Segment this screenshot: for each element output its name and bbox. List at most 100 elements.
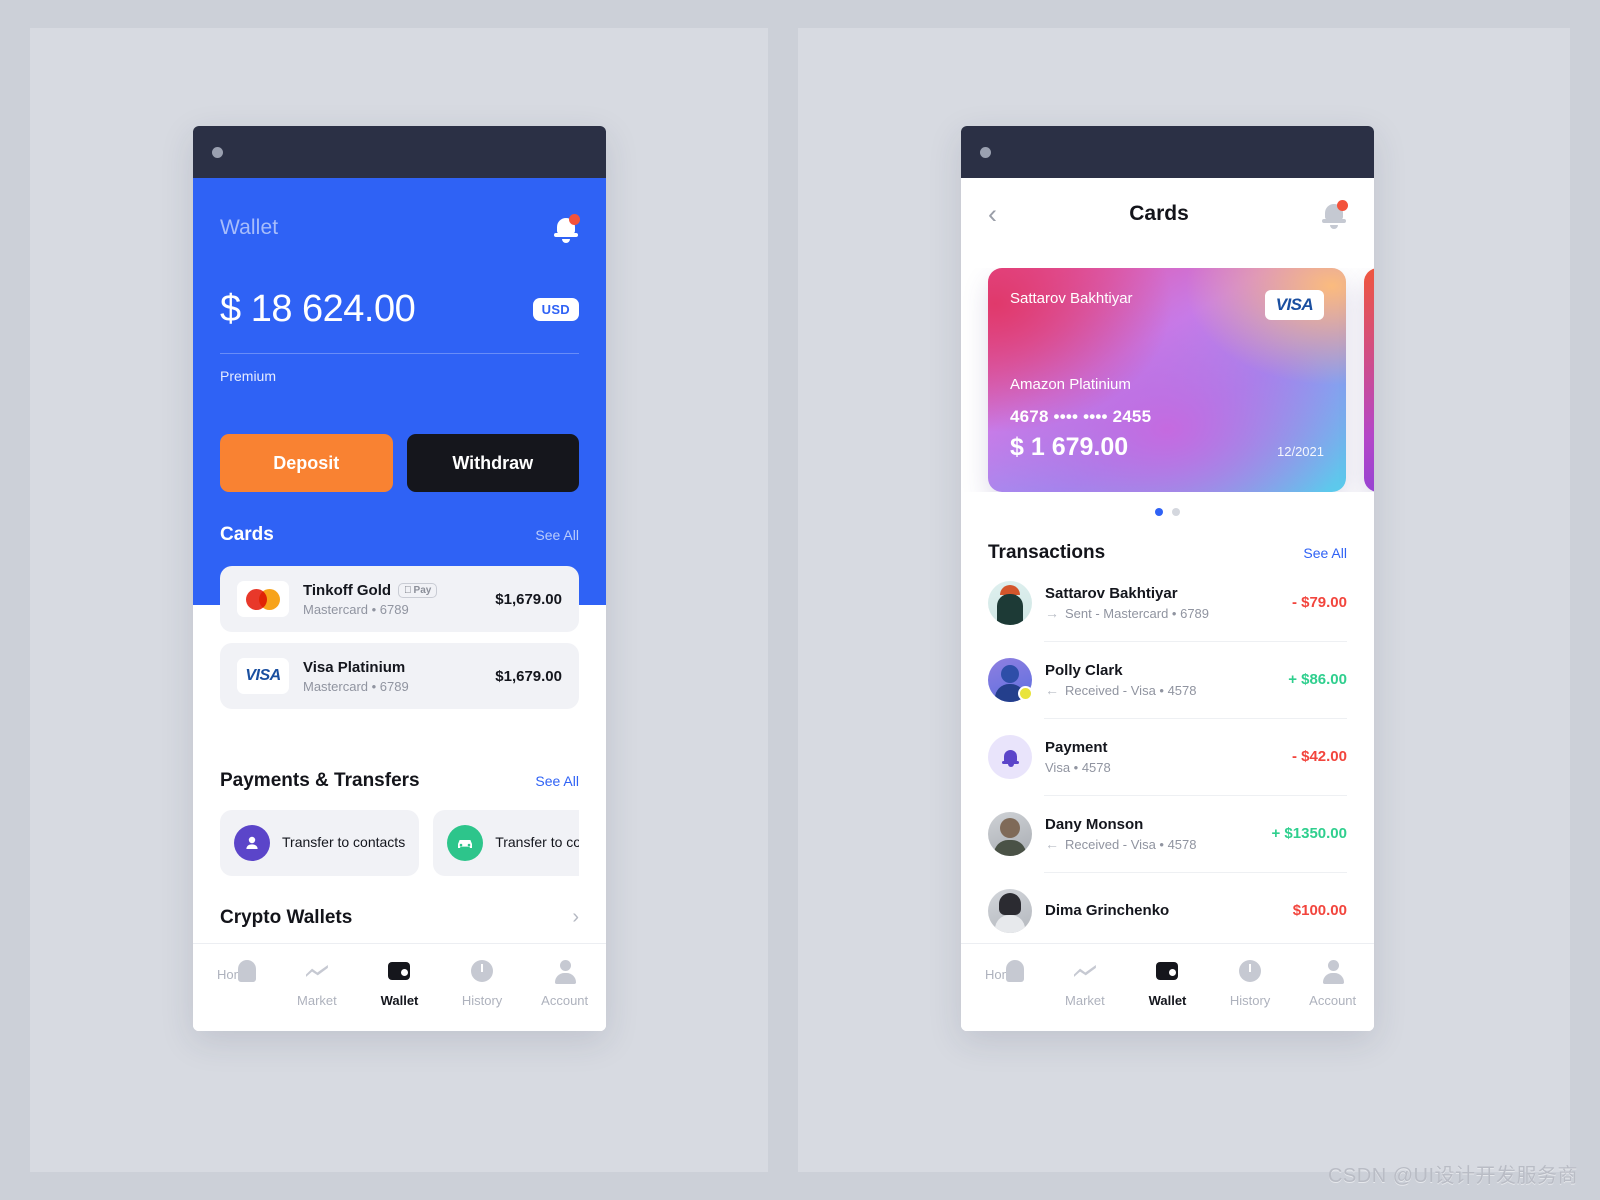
payment-tile[interactable]: Transfer to contacts (220, 810, 420, 876)
apple-logo-icon:  (404, 585, 412, 596)
card-carousel[interactable]: Sattarov Bakhtiyar VISA Amazon Platinium… (961, 268, 1374, 492)
tab-label: Market (297, 993, 337, 1008)
transaction-info: Dany Monson ← Received - Visa • 4578 (1045, 816, 1272, 852)
payment-tile-label: Transfer to contacts (495, 834, 579, 851)
tab-account[interactable]: Account (523, 958, 606, 1008)
transaction-detail: Received - Visa • 4578 (1065, 836, 1197, 852)
arrow-left-icon: ← (1045, 836, 1059, 852)
balance-row: $ 18 624.00 USD (220, 288, 579, 331)
tab-home[interactable]: Home (193, 958, 276, 982)
notification-badge (569, 214, 580, 225)
card-subtitle: Mastercard • 6789 (303, 601, 409, 617)
transaction-name: Payment (1045, 738, 1108, 756)
market-icon (304, 958, 330, 984)
tab-label: Wallet (380, 993, 419, 1008)
card-amount: $1,679.00 (495, 590, 562, 608)
card-top-row: Sattarov Bakhtiyar VISA (1010, 290, 1324, 320)
transactions-title: Transactions (988, 542, 1106, 563)
credit-card[interactable]: Sattarov Bakhtiyar VISA Amazon Platinium… (988, 268, 1346, 492)
visa-icon: VISA (1264, 290, 1324, 320)
cards-header: ‹ Cards (961, 178, 1374, 250)
deposit-button[interactable]: Deposit (220, 434, 393, 492)
chevron-left-icon[interactable]: ‹ (988, 200, 997, 228)
account-icon (1320, 958, 1346, 984)
chevron-right-icon[interactable]: › (572, 906, 579, 929)
avatar (988, 811, 1032, 856)
transaction-info: Polly Clark ← Received - Visa • 4578 (1045, 662, 1288, 698)
transaction-name: Dany Monson (1045, 815, 1144, 833)
apple-pay-badge:  Pay (398, 582, 438, 598)
page-title: Cards (1129, 202, 1189, 225)
card-balance: $ 1 679.00 (1010, 433, 1129, 461)
screenshot-stage: Wallet $ 18 624.00 USD Premium Deposit W… (0, 0, 1600, 1200)
transaction-row[interactable]: Dany Monson ← Received - Visa • 4578 + $… (988, 795, 1347, 872)
transactions-list: Sattarov Bakhtiyar → Sent - Mastercard •… (961, 564, 1374, 949)
cards-screen: ‹ Cards Sattarov Bakhtiyar VISA Amazon P… (961, 178, 1374, 1031)
tab-account[interactable]: Account (1291, 958, 1374, 1008)
bell-icon[interactable] (553, 214, 580, 243)
payments-see-all-link[interactable]: See All (535, 773, 579, 789)
carousel-pagination[interactable] (961, 508, 1374, 516)
avatar (988, 580, 1032, 625)
tab-market[interactable]: Market (1044, 958, 1127, 1008)
card-list-item[interactable]: VISA Visa Platinium Mastercard • 6789 $1… (220, 643, 579, 709)
card-amount: $1,679.00 (495, 667, 562, 685)
tab-wallet[interactable]: Wallet (358, 958, 441, 1008)
status-bar (193, 126, 606, 178)
currency-badge[interactable]: USD (532, 298, 579, 321)
wallet-hero: Wallet $ 18 624.00 USD Premium Deposit W… (193, 178, 606, 605)
avatar-wrap (988, 734, 1032, 779)
arrow-left-icon: ← (1045, 682, 1059, 698)
page-title: Wallet (220, 216, 279, 239)
wallet-screen: Wallet $ 18 624.00 USD Premium Deposit W… (193, 178, 606, 1031)
tab-history[interactable]: History (1209, 958, 1292, 1008)
pagination-dot[interactable] (1172, 508, 1180, 516)
tab-wallet[interactable]: Wallet (1126, 958, 1209, 1008)
transaction-subtitle: Visa • 4578 (1045, 760, 1292, 775)
crypto-section-header: Crypto Wallets › (220, 906, 579, 929)
transaction-row[interactable]: Dima Grinchenko $100.00 (988, 872, 1347, 949)
tab-market[interactable]: Market (276, 958, 359, 1008)
card-name: Tinkoff Gold (303, 581, 392, 599)
tab-home[interactable]: Home (961, 958, 1044, 982)
plan-label: Premium (220, 368, 277, 384)
wallet-phone-mockup: Wallet $ 18 624.00 USD Premium Deposit W… (193, 126, 606, 1031)
transaction-amount: - $79.00 (1291, 594, 1347, 611)
tab-label: Wallet (1148, 993, 1187, 1008)
transaction-amount: - $42.00 (1291, 748, 1347, 765)
transaction-detail: Received - Visa • 4578 (1065, 682, 1197, 698)
bell-clapper (562, 239, 570, 243)
transaction-subtitle: ← Received - Visa • 4578 (1045, 683, 1288, 698)
card-bottom-row: $ 1 679.00 12/2021 (1010, 433, 1324, 462)
transaction-row[interactable]: Payment Visa • 4578 - $42.00 (988, 718, 1347, 795)
card-name: Visa Platinium (303, 658, 406, 676)
bell-icon[interactable] (1321, 200, 1348, 229)
avatar (988, 888, 1032, 933)
withdraw-button[interactable]: Withdraw (406, 434, 579, 492)
transaction-row[interactable]: Sattarov Bakhtiyar → Sent - Mastercard •… (988, 564, 1347, 641)
status-badge (1018, 685, 1033, 701)
card-info: Tinkoff Gold  Pay Mastercard • 6789 (303, 582, 495, 617)
tab-label: History (1229, 993, 1271, 1008)
status-camera-dot (980, 146, 991, 158)
cards-see-all-link[interactable]: See All (535, 527, 579, 543)
payment-tile[interactable]: Transfer to contacts (433, 810, 579, 876)
mastercard-icon (237, 581, 289, 617)
avatar-wrap (988, 888, 1032, 933)
card-plan-name: Amazon Platinium (1010, 376, 1131, 393)
transaction-row[interactable]: Polly Clark ← Received - Visa • 4578 + $… (988, 641, 1347, 718)
cards-list: Tinkoff Gold  Pay Mastercard • 6789 $1,… (220, 566, 579, 720)
credit-card-next[interactable] (1364, 268, 1374, 492)
transaction-info: Payment Visa • 4578 (1045, 739, 1292, 775)
tab-label: Account (1309, 993, 1357, 1008)
tab-history[interactable]: History (441, 958, 524, 1008)
transactions-see-all-link[interactable]: See All (1303, 545, 1347, 561)
transaction-subtitle: → Sent - Mastercard • 6789 (1045, 606, 1292, 621)
card-list-item[interactable]: Tinkoff Gold  Pay Mastercard • 6789 $1,… (220, 566, 579, 632)
transaction-detail: Visa • 4578 (1045, 759, 1111, 775)
pagination-dot-active[interactable] (1155, 508, 1163, 516)
card-expiry: 12/2021 (1277, 444, 1324, 459)
payment-tiles: Transfer to contacts Transfer to contact… (220, 810, 579, 876)
transaction-name: Sattarov Bakhtiyar (1045, 584, 1178, 602)
divider (220, 353, 579, 354)
